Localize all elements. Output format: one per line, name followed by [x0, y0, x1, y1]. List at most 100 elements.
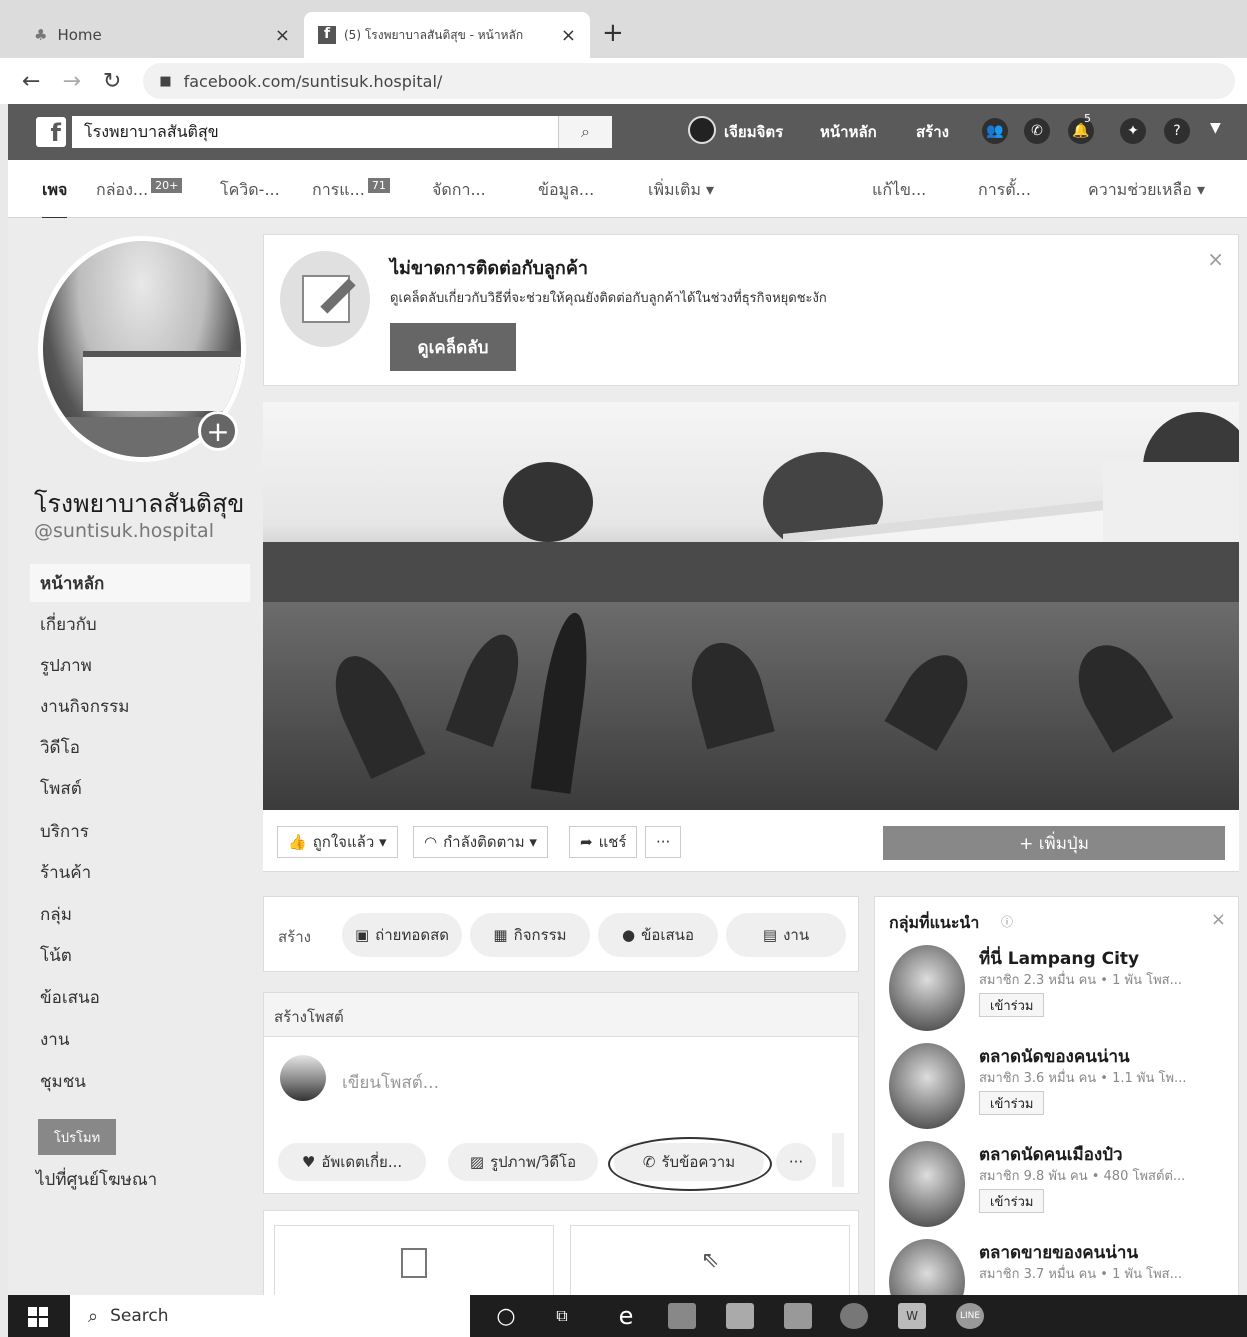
hospital-building-image	[83, 351, 241, 411]
scrollbar[interactable]	[832, 1133, 844, 1187]
sidebar-item-offers[interactable]: ข้อเสนอ	[30, 978, 250, 1016]
sidebar-item-videos[interactable]: วิดีโอ	[30, 728, 250, 766]
tab-help[interactable]: ความช่วยเหลือ ▾	[1088, 178, 1205, 203]
view-tips-button[interactable]: ดูเคล็ดลับ	[390, 323, 516, 371]
sidebar-item-services[interactable]: บริการ	[30, 812, 250, 850]
messenger-icon[interactable]: ✆	[1024, 118, 1050, 144]
chrome-icon[interactable]	[840, 1303, 868, 1329]
group-name[interactable]: ตลาดนัดคนเมืองป๋ว	[979, 1141, 1123, 1168]
join-group-button[interactable]: เข้าร่วม	[979, 1189, 1045, 1213]
sidebar-item-photos[interactable]: รูปภาพ	[30, 646, 250, 684]
browser-tab-facebook[interactable]: f (5) โรงพยาบาลสันติสุข - หน้าหลัก ×	[304, 12, 590, 58]
add-profile-photo-icon[interactable]: +	[198, 411, 238, 451]
account-menu-icon[interactable]: ▼	[1210, 120, 1221, 136]
task-view-icon[interactable]: ⧉	[548, 1303, 576, 1329]
post-cards: ⇖	[263, 1210, 859, 1295]
update-button[interactable]: ♥ อัพเดตเกี่ย...	[278, 1143, 426, 1181]
notifications-badge: 71	[367, 178, 390, 193]
tab-manage[interactable]: จัดกา...	[432, 178, 486, 203]
close-tab-icon[interactable]: ×	[275, 25, 290, 46]
sidebar-item-notes[interactable]: โน้ต	[30, 936, 250, 974]
sidebar-item-home[interactable]: หน้าหลัก	[30, 564, 250, 602]
store-icon[interactable]	[726, 1303, 754, 1329]
more-options-button[interactable]: ···	[776, 1143, 816, 1181]
group-name[interactable]: ที่นี่ Lampang City	[979, 945, 1139, 972]
join-group-button[interactable]: เข้าร่วม	[979, 1091, 1045, 1115]
page-handle[interactable]: @suntisuk.hospital	[34, 520, 214, 542]
word-icon[interactable]: W	[898, 1303, 926, 1329]
facebook-logo-icon[interactable]: f	[36, 117, 66, 147]
tab-covid[interactable]: โควิด-...	[220, 178, 280, 203]
card-item[interactable]: ⇖	[570, 1225, 850, 1295]
card-item[interactable]	[274, 1225, 554, 1295]
sidebar-item-groups[interactable]: กลุ่ม	[30, 895, 250, 933]
home-link[interactable]: หน้าหลัก	[820, 120, 877, 144]
sidebar-item-about[interactable]: เกี่ยวกับ	[30, 605, 250, 643]
tab-insights[interactable]: ข้อมูล...	[538, 178, 594, 203]
tab-page[interactable]: เพจ	[42, 178, 68, 220]
search-input[interactable]: โรงพยาบาลสันติสุข ⌕	[72, 116, 612, 148]
windows-start-icon[interactable]	[28, 1307, 48, 1327]
photo-video-button[interactable]: ▨ รูปภาพ/วิดีโอ	[448, 1143, 598, 1181]
info-icon[interactable]: ⓘ	[1001, 913, 1013, 930]
more-actions-button[interactable]: ···	[645, 826, 682, 858]
create-link[interactable]: สร้าง	[916, 120, 949, 144]
group-thumbnail[interactable]	[889, 945, 965, 1031]
reload-icon[interactable]: ↻	[103, 69, 121, 94]
new-tab-button[interactable]: +	[602, 18, 624, 48]
group-name[interactable]: ตลาดขายของคนน่าน	[979, 1239, 1138, 1266]
group-thumbnail[interactable]	[889, 1141, 965, 1227]
profile-avatar[interactable]	[688, 116, 716, 144]
close-icon[interactable]: ×	[1211, 909, 1226, 930]
live-video-button[interactable]: ▣ ถ่ายทอดสด	[342, 913, 462, 957]
profile-link[interactable]: เจียมจิตร	[724, 120, 783, 144]
file-explorer-icon[interactable]	[668, 1303, 696, 1329]
mail-icon[interactable]	[784, 1303, 812, 1329]
group-thumbnail[interactable]	[889, 1043, 965, 1129]
job-button[interactable]: ▤ งาน	[726, 913, 846, 957]
forward-arrow-icon[interactable]: →	[62, 69, 80, 94]
sidebar-item-community[interactable]: ชุมชน	[30, 1062, 250, 1100]
back-arrow-icon[interactable]: ←	[22, 69, 40, 94]
line-icon[interactable]: LINE	[956, 1303, 984, 1329]
search-icon[interactable]: ⌕	[558, 116, 612, 148]
liked-button[interactable]: 👍 ถูกใจแล้ว ▾	[277, 826, 398, 858]
ad-center-link[interactable]: ไปที่ศูนย์โฆษณา	[36, 1166, 157, 1193]
close-icon[interactable]: ×	[1207, 247, 1224, 271]
post-input[interactable]: เขียนโพสต์...	[342, 1069, 439, 1096]
tab-inbox[interactable]: กล่อง... 20+	[96, 178, 183, 203]
sidebar-item-jobs[interactable]: งาน	[30, 1020, 250, 1058]
share-button[interactable]: ➦ แชร์	[569, 826, 638, 858]
taskbar-search[interactable]: ⌕ Search	[70, 1295, 470, 1337]
quick-help-icon[interactable]: ✦	[1120, 118, 1146, 144]
edge-icon[interactable]: e	[612, 1302, 640, 1330]
sidebar-item-posts[interactable]: โพสต์	[30, 769, 250, 807]
cortana-icon[interactable]: ○	[492, 1303, 520, 1329]
share-arrow-icon: ➦	[580, 833, 593, 851]
sidebar-item-events[interactable]: งานกิจกรรม	[30, 687, 250, 725]
browser-tab-bar: ♣ Home × f (5) โรงพยาบาลสันติสุข - หน้าห…	[0, 0, 1247, 62]
group-thumbnail[interactable]	[889, 1239, 965, 1295]
offer-button[interactable]: ● ข้อเสนอ	[598, 913, 718, 957]
tab-notifications[interactable]: การแ... 71	[312, 178, 390, 203]
close-tab-icon[interactable]: ×	[561, 25, 576, 46]
help-icon[interactable]: ?	[1164, 118, 1190, 144]
friends-icon[interactable]: 👥	[982, 118, 1008, 144]
tab-label: กล่อง...	[96, 180, 149, 199]
browser-tab-home[interactable]: ♣ Home ×	[20, 12, 304, 58]
sidebar-item-shop[interactable]: ร้านค้า	[30, 853, 250, 891]
promote-button[interactable]: โปรโมท	[38, 1119, 116, 1155]
tab-more[interactable]: เพิ่มเติม ▾	[648, 178, 714, 203]
facebook-header: f โรงพยาบาลสันติสุข ⌕ เจียมจิตร หน้าหลัก…	[8, 104, 1247, 160]
add-button[interactable]: + เพิ่มปุ่ม	[883, 826, 1225, 860]
event-button[interactable]: ▦ กิจกรรม	[470, 913, 590, 957]
cover-photo[interactable]	[263, 402, 1239, 810]
tab-settings[interactable]: การตั้...	[978, 178, 1031, 203]
page-content: + โรงพยาบาลสันติสุข @suntisuk.hospital ห…	[8, 218, 1247, 1295]
group-name[interactable]: ตลาดนัดของคนน่าน	[979, 1043, 1130, 1070]
following-button[interactable]: ◠ กำลังติดตาม ▾	[413, 826, 548, 858]
tab-edit[interactable]: แก้ไข...	[872, 178, 926, 203]
url-field[interactable]: ■ facebook.com/suntisuk.hospital/	[143, 63, 1235, 99]
suggested-groups: กลุ่มที่แนะนำ ⓘ × ที่นี่ Lampang City สม…	[874, 896, 1239, 1295]
join-group-button[interactable]: เข้าร่วม	[979, 993, 1045, 1017]
